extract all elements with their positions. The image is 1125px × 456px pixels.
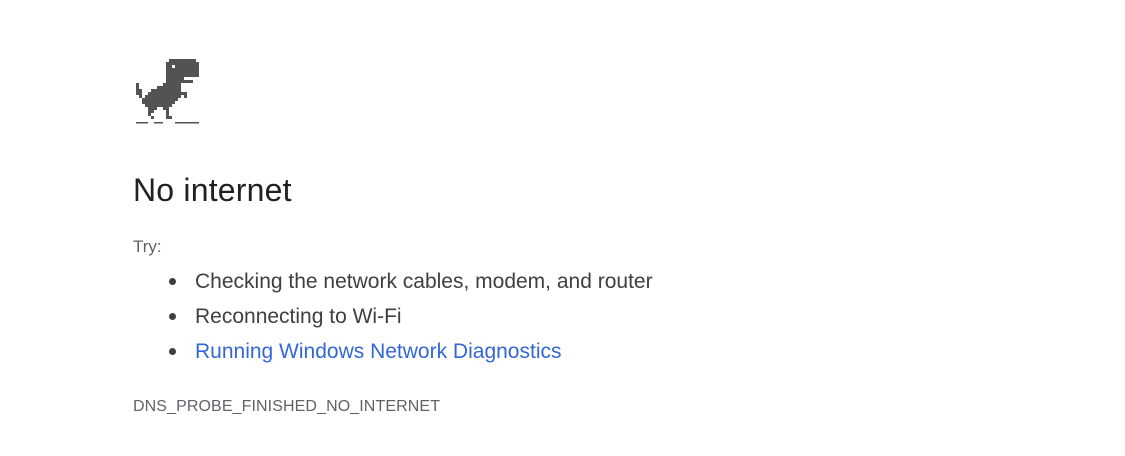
dinosaur-icon[interactable] (133, 56, 205, 128)
network-diagnostics-link[interactable]: Running Windows Network Diagnostics (195, 340, 562, 363)
try-label: Try: (133, 237, 162, 256)
suggestion-text: Reconnecting to Wi-Fi (195, 305, 402, 328)
suggestion-text: Checking the network cables, modem, and … (195, 270, 653, 293)
page-title: No internet (133, 172, 292, 208)
list-item: Reconnecting to Wi-Fi (169, 299, 1033, 334)
suggestion-list: Checking the network cables, modem, and … (133, 264, 1033, 369)
list-item: Checking the network cables, modem, and … (169, 264, 1033, 299)
list-item: Running Windows Network Diagnostics (169, 334, 1033, 369)
error-code: DNS_PROBE_FINISHED_NO_INTERNET (133, 398, 441, 415)
bullet-icon (169, 313, 176, 320)
bullet-icon (169, 278, 176, 285)
offline-error-page: No internet Try: Checking the network ca… (133, 56, 1033, 417)
bullet-icon (169, 348, 176, 355)
